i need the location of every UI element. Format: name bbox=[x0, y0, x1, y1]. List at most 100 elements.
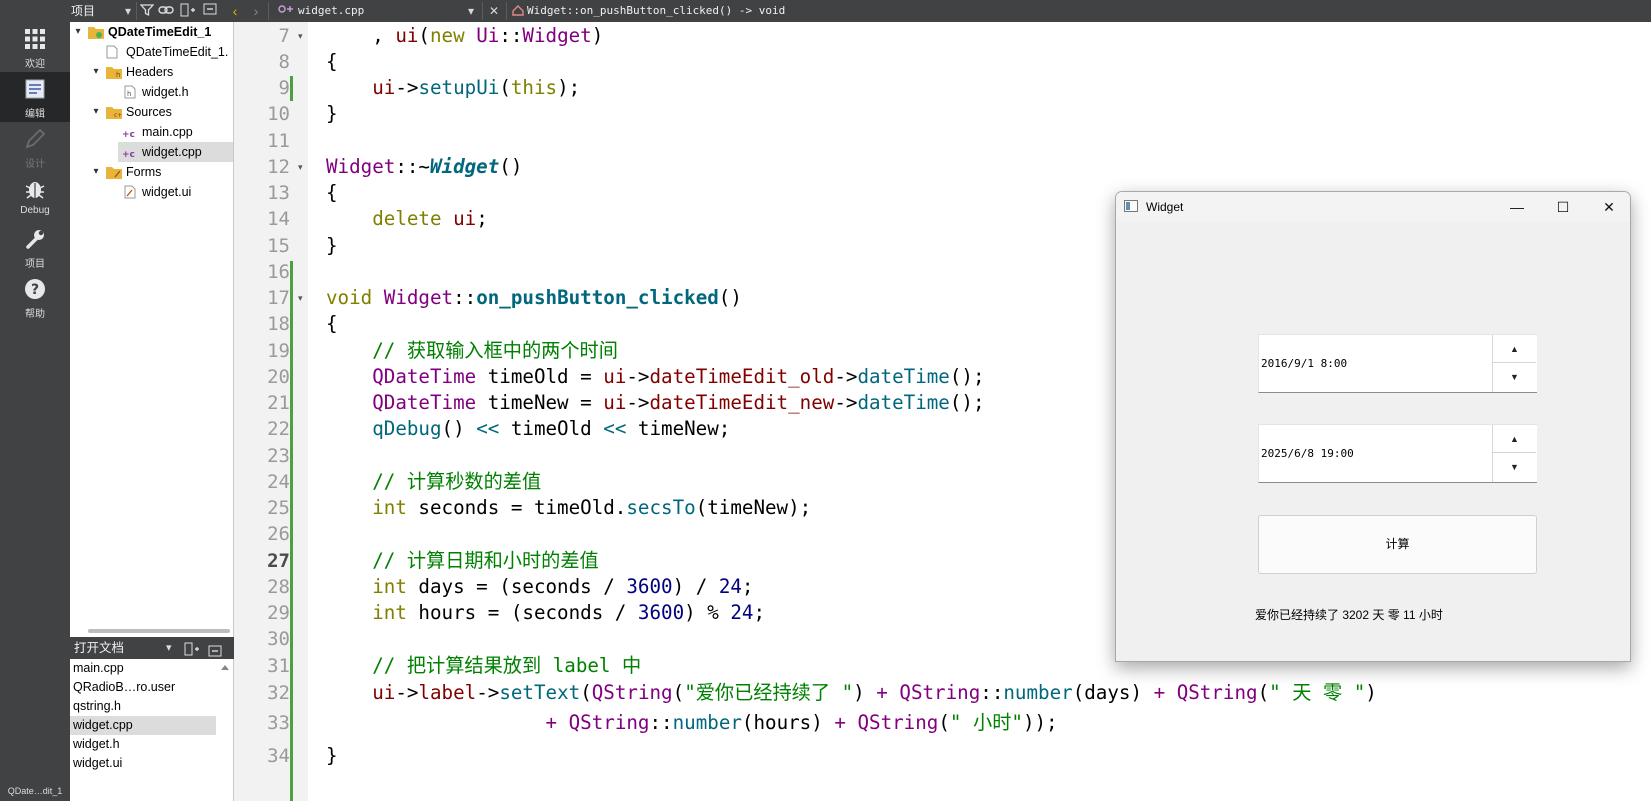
fold-arrow-icon[interactable]: ▾ bbox=[298, 23, 303, 49]
datetime-new-value[interactable]: 2025/6/8 19:00 bbox=[1261, 425, 1354, 482]
code-token: , bbox=[326, 24, 396, 47]
code-token: ui bbox=[603, 365, 627, 388]
code-token: on_pushButton_clicked bbox=[476, 286, 719, 309]
chevron-down-icon[interactable]: ▾ bbox=[463, 3, 479, 19]
window-titlebar[interactable]: Widget — ☐ ✕ bbox=[1116, 192, 1630, 222]
tree-item-main-cpp[interactable]: +c main.cpp bbox=[70, 122, 233, 142]
project-view-dropdown[interactable]: 项目 bbox=[71, 0, 95, 22]
tree-item-widget-h[interactable]: h widget.h bbox=[70, 82, 233, 102]
expand-arrow-icon[interactable]: ▾ bbox=[72, 22, 84, 42]
code-token: (); bbox=[949, 391, 985, 414]
maximize-button[interactable]: ☐ bbox=[1540, 192, 1586, 222]
code-token: () bbox=[441, 417, 477, 440]
code-token: qDebug bbox=[372, 417, 442, 440]
mode-design[interactable]: 设计 bbox=[0, 122, 70, 172]
fold-arrow-icon[interactable]: ▾ bbox=[298, 154, 303, 180]
spin-buttons: ▲ ▼ bbox=[1492, 335, 1536, 392]
back-arrow-icon[interactable]: ‹ bbox=[227, 3, 243, 19]
datetime-edit-new[interactable]: 2025/6/8 19:00 ▲ ▼ bbox=[1258, 424, 1537, 483]
code-line: delete ui; bbox=[326, 206, 488, 232]
active-project-indicator[interactable]: QDate…dit_1 bbox=[0, 781, 70, 801]
code-token: << bbox=[603, 417, 627, 440]
open-doc-item[interactable]: widget.h bbox=[70, 735, 216, 754]
tree-item-label: QDateTimeEdit_1. bbox=[126, 45, 229, 59]
mode-welcome[interactable]: 欢迎 bbox=[0, 22, 70, 72]
open-file-tab[interactable]: widget.cpp bbox=[298, 0, 364, 22]
line-number: 7 bbox=[278, 25, 290, 47]
code-token: Ui bbox=[476, 24, 500, 47]
code-token: ( bbox=[580, 681, 592, 704]
open-doc-item[interactable]: QRadioB…ro.user bbox=[70, 678, 216, 697]
tree-item-pro-file[interactable]: QDateTimeEdit_1. bbox=[70, 42, 233, 62]
minimize-button[interactable]: — bbox=[1494, 192, 1540, 222]
expand-arrow-icon[interactable]: ▾ bbox=[90, 102, 102, 122]
code-token: 3600 bbox=[637, 601, 685, 624]
spin-up-icon[interactable]: ▲ bbox=[1493, 425, 1536, 453]
separator bbox=[136, 2, 137, 20]
calculate-button[interactable]: 计算 bbox=[1258, 515, 1537, 574]
code-line: int seconds = timeOld.secsTo(timeNew); bbox=[326, 495, 811, 521]
split-add-icon[interactable] bbox=[180, 3, 196, 19]
horizontal-scrollbar[interactable] bbox=[88, 629, 230, 633]
tree-item-widget-ui[interactable]: widget.ui bbox=[70, 182, 233, 202]
spin-down-icon[interactable]: ▼ bbox=[1493, 453, 1536, 481]
chevron-down-icon[interactable]: ▾ bbox=[166, 637, 172, 659]
datetime-old-value[interactable]: 2016/9/1 8:00 bbox=[1261, 335, 1347, 392]
code-token: this bbox=[510, 76, 558, 99]
open-documents-title: 打开文档 bbox=[74, 641, 125, 655]
open-doc-item[interactable]: widget.ui bbox=[70, 754, 216, 773]
code-token: int bbox=[372, 575, 407, 598]
close-pane-icon[interactable] bbox=[202, 3, 218, 19]
close-button[interactable]: ✕ bbox=[1586, 192, 1630, 222]
close-file-icon[interactable]: ✕ bbox=[486, 3, 502, 19]
chevron-down-icon[interactable]: ▾ bbox=[120, 3, 136, 19]
forward-arrow-icon[interactable]: › bbox=[248, 3, 264, 19]
filter-icon[interactable] bbox=[139, 3, 155, 19]
link-icon[interactable] bbox=[158, 3, 174, 19]
expand-arrow-icon[interactable]: ▾ bbox=[90, 162, 102, 182]
tree-item-sources[interactable]: ▾ c+ Sources bbox=[70, 102, 233, 122]
vertical-scrollbar[interactable] bbox=[219, 661, 231, 797]
code-token: ) bbox=[853, 681, 877, 704]
code-token: QString bbox=[899, 681, 981, 704]
open-doc-item[interactable]: main.cpp bbox=[70, 659, 216, 678]
code-token: QString bbox=[568, 711, 650, 734]
tree-item-project[interactable]: ▾ QDateTimeEdit_1 bbox=[70, 22, 233, 42]
fold-arrow-icon[interactable]: ▾ bbox=[298, 285, 303, 311]
datetime-edit-old[interactable]: 2016/9/1 8:00 ▲ ▼ bbox=[1258, 334, 1537, 393]
code-token: ( bbox=[418, 24, 430, 47]
code-token: ; bbox=[741, 575, 754, 598]
tree-item-forms[interactable]: ▾ Forms bbox=[70, 162, 233, 182]
code-token: ui bbox=[603, 391, 627, 414]
folder-icon bbox=[106, 165, 122, 179]
mode-edit[interactable]: 编辑 bbox=[0, 72, 70, 122]
line-number: 19 bbox=[267, 340, 290, 362]
code-token: ui bbox=[453, 207, 477, 230]
tree-item-widget-cpp[interactable]: +c widget.cpp bbox=[118, 142, 233, 162]
code-token: (); bbox=[949, 365, 985, 388]
code-token: ui bbox=[372, 76, 396, 99]
code-comment: // 计算日期和小时的差值 bbox=[326, 549, 599, 572]
code-line: } bbox=[326, 233, 338, 259]
tree-item-headers[interactable]: ▾ h Headers bbox=[70, 62, 233, 82]
window-title: Widget bbox=[1146, 200, 1184, 214]
code-token: () bbox=[499, 155, 523, 178]
expand-arrow-icon[interactable]: ▾ bbox=[90, 62, 102, 82]
open-doc-item[interactable]: widget.cpp bbox=[70, 716, 216, 735]
line-number: 27 bbox=[267, 550, 290, 572]
code-token: { bbox=[326, 50, 338, 73]
mode-debug[interactable]: Debug bbox=[0, 172, 70, 222]
mode-projects[interactable]: 项目 bbox=[0, 222, 70, 272]
svg-text:?: ? bbox=[31, 282, 39, 298]
symbol-selector[interactable]: Widget::on_pushButton_clicked() -> void bbox=[527, 0, 785, 22]
mode-help[interactable]: ? 帮助 bbox=[0, 272, 70, 322]
open-doc-item[interactable]: qstring.h bbox=[70, 697, 216, 716]
code-token: Widget bbox=[383, 286, 454, 309]
spin-down-icon[interactable]: ▼ bbox=[1493, 363, 1536, 391]
code-line: ui->setupUi(this); bbox=[326, 75, 580, 101]
spin-up-icon[interactable]: ▲ bbox=[1493, 335, 1536, 363]
line-number: 22 bbox=[267, 418, 290, 440]
